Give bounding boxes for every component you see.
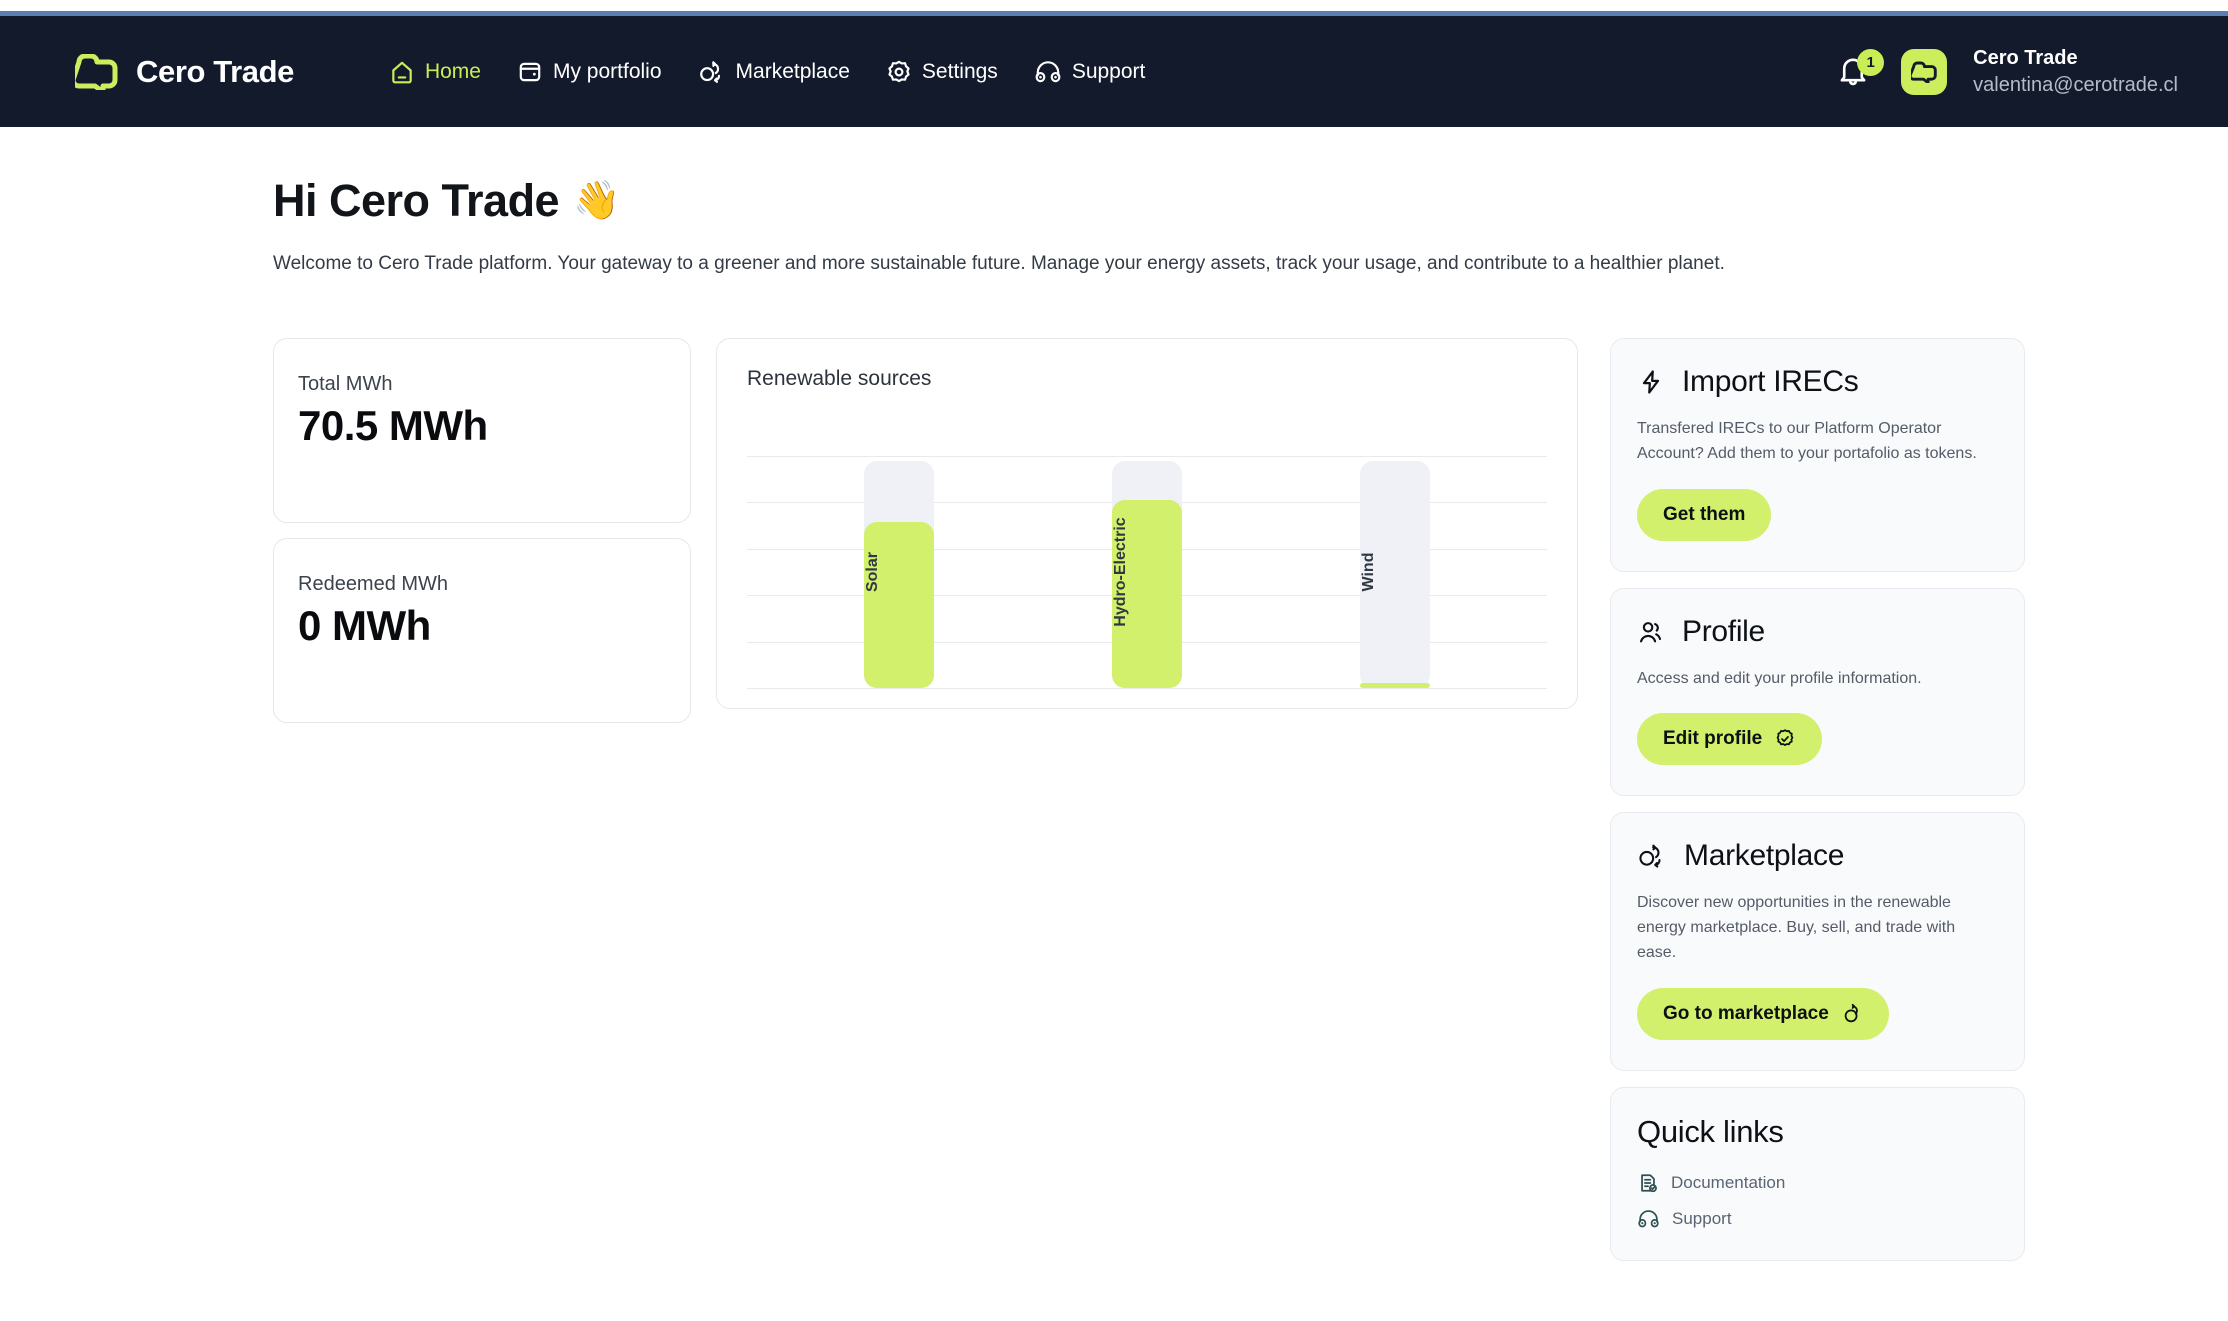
home-icon (389, 59, 415, 85)
button-label: Edit profile (1663, 728, 1763, 750)
stat-value: 70.5 MWh (298, 402, 488, 449)
nav-item-my-portfolio[interactable]: My portfolio (517, 59, 662, 85)
app-header: Cero Trade Home My portfolio Marketplace… (0, 16, 2228, 127)
card-quick-links: Quick links Documentation Support (1610, 1086, 2025, 1261)
card-marketplace: Marketplace Discover new opportunities i… (1610, 812, 2025, 1071)
chart-plot-area: Solar Hydro-Electric Wind (747, 456, 1547, 689)
card-description: Transfered IRECs to our Platform Operato… (1637, 420, 1977, 462)
nav-item-settings[interactable]: Settings (886, 59, 998, 85)
chart-bar-label: Hydro-Electric (1112, 517, 1129, 627)
account-info[interactable]: Cero Trade valentina@cerotrade.cl (1973, 45, 2178, 99)
greeting-text: Hi Cero Trade (273, 175, 560, 226)
headset-icon (1637, 1208, 1660, 1230)
quick-link-support[interactable]: Support (1637, 1208, 1998, 1230)
swap-icon (1841, 1003, 1863, 1025)
quick-link-label: Documentation (1671, 1172, 1786, 1192)
chart-bars: Solar Hydro-Electric Wind (747, 456, 1547, 688)
account-name: Cero Trade (1973, 46, 2078, 69)
nav-label-my-portfolio: My portfolio (552, 59, 662, 83)
chart-gridline (747, 688, 1547, 689)
card-title: Profile (1682, 614, 1765, 648)
gear-icon (886, 59, 912, 85)
marketplace-icon (698, 59, 726, 85)
card-profile: Profile Access and edit your profile inf… (1610, 587, 2025, 797)
chart-title: Renewable sources (747, 367, 932, 390)
waving-hand-icon: 👋 (573, 180, 620, 222)
stat-value: 0 MWh (298, 602, 431, 649)
cero-avatar-icon (1910, 61, 1938, 83)
chart-bar-hydro-electric[interactable]: Hydro-Electric (1112, 456, 1182, 688)
stat-card-total-mwh: Total MWh 70.5 MWh (273, 338, 691, 523)
stats-column: Total MWh 70.5 MWh Redeemed MWh 0 MWh (273, 338, 691, 723)
stat-card-redeemed-mwh: Redeemed MWh 0 MWh (273, 538, 691, 723)
go-to-marketplace-button[interactable]: Go to marketplace (1637, 987, 1889, 1040)
notification-count-badge: 1 (1857, 48, 1885, 76)
header-right-cluster: 1 Cero Trade valentina@cerotrade.cl (1835, 45, 2178, 99)
quick-link-documentation[interactable]: Documentation (1637, 1172, 1998, 1194)
chart-bar-fill (1360, 683, 1430, 688)
card-title: Marketplace (1684, 839, 1845, 873)
nav-item-marketplace[interactable]: Marketplace (698, 59, 850, 85)
chart-bar-label: Wind (1360, 552, 1377, 592)
card-title: Import IRECs (1682, 365, 1859, 398)
browser-top-strip (0, 0, 2228, 11)
notifications-button[interactable]: 1 (1835, 48, 1885, 93)
nav-label-support: Support (1071, 59, 1146, 83)
stat-label: Total MWh (298, 373, 393, 395)
page-subtitle: Welcome to Cero Trade platform. Your gat… (273, 253, 1725, 274)
avatar[interactable] (1901, 48, 1948, 95)
cero-logo-icon (75, 53, 119, 90)
edit-profile-button[interactable]: Edit profile (1637, 713, 1823, 766)
chart-bar-solar[interactable]: Solar (864, 456, 934, 688)
card-description: Discover new opportunities in the renewa… (1637, 894, 1956, 961)
wallet-icon (517, 59, 543, 85)
button-label: Go to marketplace (1663, 1002, 1829, 1024)
quick-links-list: Documentation Support (1637, 1172, 1998, 1230)
document-check-icon (1637, 1172, 1659, 1194)
renewable-sources-chart-card: Renewable sources Solar Hydro-Electric Win… (716, 338, 1578, 709)
headset-icon (1034, 59, 1062, 85)
verified-badge-icon (1774, 728, 1796, 750)
nav-label-settings: Settings (921, 59, 998, 83)
stat-label: Redeemed MWh (298, 573, 449, 595)
chart-bar-fill (864, 522, 934, 688)
card-header: Import IRECs (1637, 365, 1998, 399)
get-them-button[interactable]: Get them (1637, 488, 1772, 541)
card-header: Profile (1637, 615, 1998, 649)
brand-name: Cero Trade (136, 53, 294, 89)
quick-links-title: Quick links (1637, 1113, 1784, 1149)
brand-logo[interactable]: Cero Trade (75, 53, 294, 90)
account-email: valentina@cerotrade.cl (1973, 73, 2178, 96)
app-root: Cero Trade Home My portfolio Marketplace… (0, 0, 2228, 1321)
nav-label-home: Home (424, 59, 481, 83)
quick-link-label: Support (1672, 1208, 1732, 1228)
card-description: Access and edit your profile information… (1637, 669, 1922, 687)
users-icon (1637, 618, 1665, 646)
marketplace-icon (1637, 842, 1667, 870)
card-header: Marketplace (1637, 839, 1998, 873)
chart-bar-label: Solar (864, 551, 881, 593)
nav-label-marketplace: Marketplace (735, 59, 850, 83)
page-content: Hi Cero Trade 👋 Welcome to Cero Trade pl… (0, 127, 2228, 1261)
button-label: Get them (1663, 503, 1746, 525)
card-import-irecs: Import IRECs Transfered IRECs to our Pla… (1610, 338, 2025, 572)
nav-item-home[interactable]: Home (389, 59, 481, 85)
side-panel: Import IRECs Transfered IRECs to our Pla… (1610, 338, 2025, 1261)
dashboard-grid: Total MWh 70.5 MWh Redeemed MWh 0 MWh Re… (273, 338, 2228, 1261)
page-title: Hi Cero Trade 👋 (273, 175, 2228, 227)
bolt-icon (1637, 368, 1665, 396)
nav-item-support[interactable]: Support (1034, 59, 1146, 85)
main-navigation: Home My portfolio Marketplace Settings S… (389, 59, 1145, 85)
chart-bar-wind[interactable]: Wind (1360, 456, 1430, 688)
